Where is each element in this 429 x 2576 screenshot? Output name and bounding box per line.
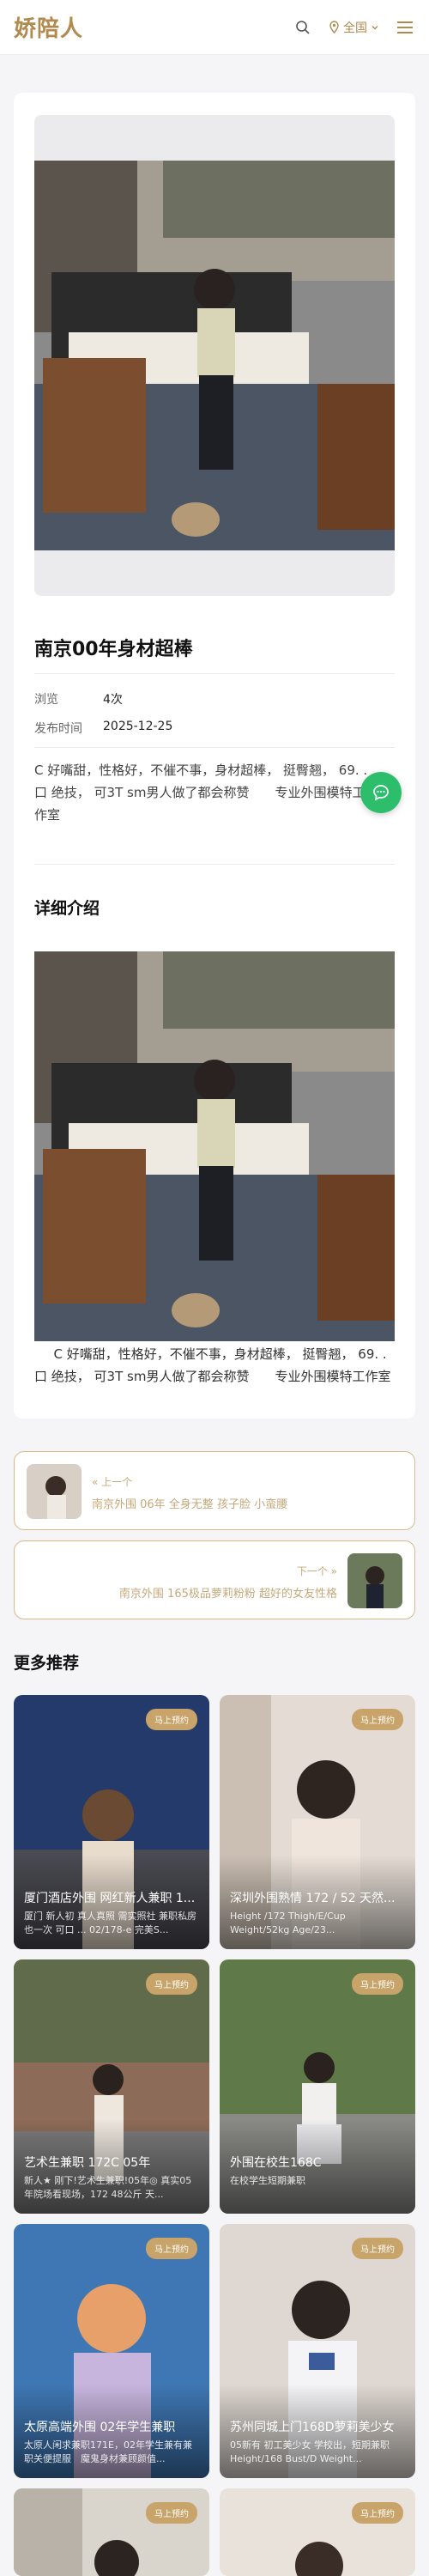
next-thumbnail — [347, 1553, 402, 1608]
recommendation-card[interactable]: 马上预约 苏州同城上门168D萝莉美少女 05新有 初工美少女 学校出，短期兼职… — [220, 2224, 415, 2478]
date-value: 2025-12-25 — [103, 720, 173, 733]
views-label: 浏览 — [34, 693, 58, 707]
card-title: 苏州同城上门168D萝莉美少女 — [230, 2421, 395, 2434]
more-heading: 更多推荐 — [14, 1654, 80, 1673]
hero-photo[interactable] — [34, 161, 395, 550]
divider — [34, 673, 395, 674]
header-actions: 全国 — [293, 17, 415, 38]
book-badge[interactable]: 马上预约 — [146, 2238, 197, 2259]
recommendation-card[interactable]: 马上预约 外围在校生168C 在校学生短期兼职 — [220, 1959, 415, 2214]
detail-photo[interactable] — [34, 951, 395, 1341]
views-value: 4次 — [103, 693, 123, 707]
book-badge[interactable]: 马上预约 — [146, 1973, 197, 1995]
next-title: 南京外围 165极品萝莉粉粉 超好的女友性格 — [118, 1588, 337, 1601]
recommendation-card[interactable]: 马上预约 太原高端外围 02年学生兼职 太原人闲求兼职171E，02年学生兼有兼… — [14, 2224, 209, 2478]
date-label: 发布时间 — [34, 722, 82, 736]
chat-button[interactable] — [360, 772, 402, 813]
site-logo[interactable]: 娇陪人 — [14, 11, 83, 43]
recommendation-card[interactable]: 马上预约 — [14, 2488, 209, 2576]
card-subtitle: Height /172 Thigh/E/Cup Weight/52kg Age/… — [230, 1911, 346, 1935]
recommendation-card[interactable]: 马上预约 深圳外围熟情 172 / 52 天然... Height /172 T… — [220, 1695, 415, 1949]
card-subtitle: 新人★ 刚下!艺术生兼职!05年◎ 真实05年院场看现场，172 48公斤 天.… — [24, 2175, 192, 2200]
hamburger-icon[interactable] — [395, 17, 415, 38]
recommendation-card[interactable]: 马上预约 厦门酒店外围 网红新人兼职 1... 厦门 新人初 真人真照 需实照社… — [14, 1695, 209, 1949]
detail-heading: 详细介绍 — [34, 899, 100, 918]
views-row: 浏览 4次 — [34, 690, 123, 708]
post-description: C 好嘴甜，性格好，不催不事，身材超棒， 挺臀翘， 69. . 口 绝技， 可3… — [34, 762, 368, 823]
prev-label: « 上一个 — [92, 1476, 133, 1488]
book-badge[interactable]: 马上预约 — [352, 1709, 403, 1730]
card-title: 深圳外围熟情 172 / 52 天然... — [230, 1892, 396, 1905]
pin-icon — [329, 21, 339, 33]
divider — [34, 747, 395, 748]
book-badge[interactable]: 马上预约 — [352, 2238, 403, 2259]
card-title: 太原高端外围 02年学生兼职 — [24, 2421, 176, 2434]
region-label: 全国 — [343, 21, 367, 35]
book-badge[interactable]: 马上预约 — [146, 2502, 197, 2524]
recommendation-card[interactable]: 马上预约 艺术生兼职 172C 05年 新人★ 刚下!艺术生兼职!05年◎ 真实… — [14, 1959, 209, 2214]
chat-bubble-icon — [373, 785, 389, 801]
book-badge[interactable]: 马上预约 — [352, 1973, 403, 1995]
next-label: 下一个 » — [296, 1565, 337, 1577]
site-header: 娇陪人 全国 — [0, 0, 429, 55]
book-badge[interactable]: 马上预约 — [146, 1709, 197, 1730]
divider — [34, 864, 395, 865]
hero-image-frame — [34, 115, 395, 596]
date-row: 发布时间 2025-12-25 — [34, 720, 172, 737]
detail-text: C 好嘴甜，性格好，不催不事，身材超棒， 挺臀翘， 69. . 口 绝技， 可3… — [34, 1346, 391, 1384]
post-card: 南京00年身材超棒 浏览 4次 发布时间 2025-12-25 C 好嘴甜，性格… — [14, 93, 415, 1419]
region-selector[interactable]: 全国 — [329, 19, 379, 36]
card-subtitle: 在校学生短期兼职 — [230, 2175, 305, 2186]
card-title: 艺术生兼职 172C 05年 — [24, 2156, 151, 2170]
search-icon[interactable] — [293, 17, 313, 38]
card-subtitle: 05新有 初工美少女 学校出，短期兼职 Height/168 Bust/D We… — [230, 2439, 390, 2464]
book-badge[interactable]: 马上预约 — [352, 2502, 403, 2524]
card-title: 外围在校生168C — [230, 2156, 322, 2170]
card-subtitle: 厦门 新人初 真人真照 需实照社 兼职私房 也一次 可口 ... 02/178-… — [24, 1911, 196, 1935]
prev-thumbnail — [27, 1464, 82, 1519]
prev-post-link[interactable]: « 上一个 南京外围 06年 全身无整 孩子脸 小蛮腰 — [14, 1451, 415, 1530]
card-subtitle: 太原人闲求兼职171E，02年学生兼有兼职关便提服 魔鬼身材兼顾颜值... — [24, 2439, 192, 2464]
prev-title: 南京外围 06年 全身无整 孩子脸 小蛮腰 — [92, 1498, 288, 1511]
card-title: 厦门酒店外围 网红新人兼职 1... — [24, 1892, 196, 1905]
post-title: 南京00年身材超棒 — [34, 639, 193, 660]
recommendation-card[interactable]: 马上预约 — [220, 2488, 415, 2576]
chevron-down-icon — [372, 25, 378, 29]
next-post-link[interactable]: 下一个 » 南京外围 165极品萝莉粉粉 超好的女友性格 — [14, 1540, 415, 1619]
